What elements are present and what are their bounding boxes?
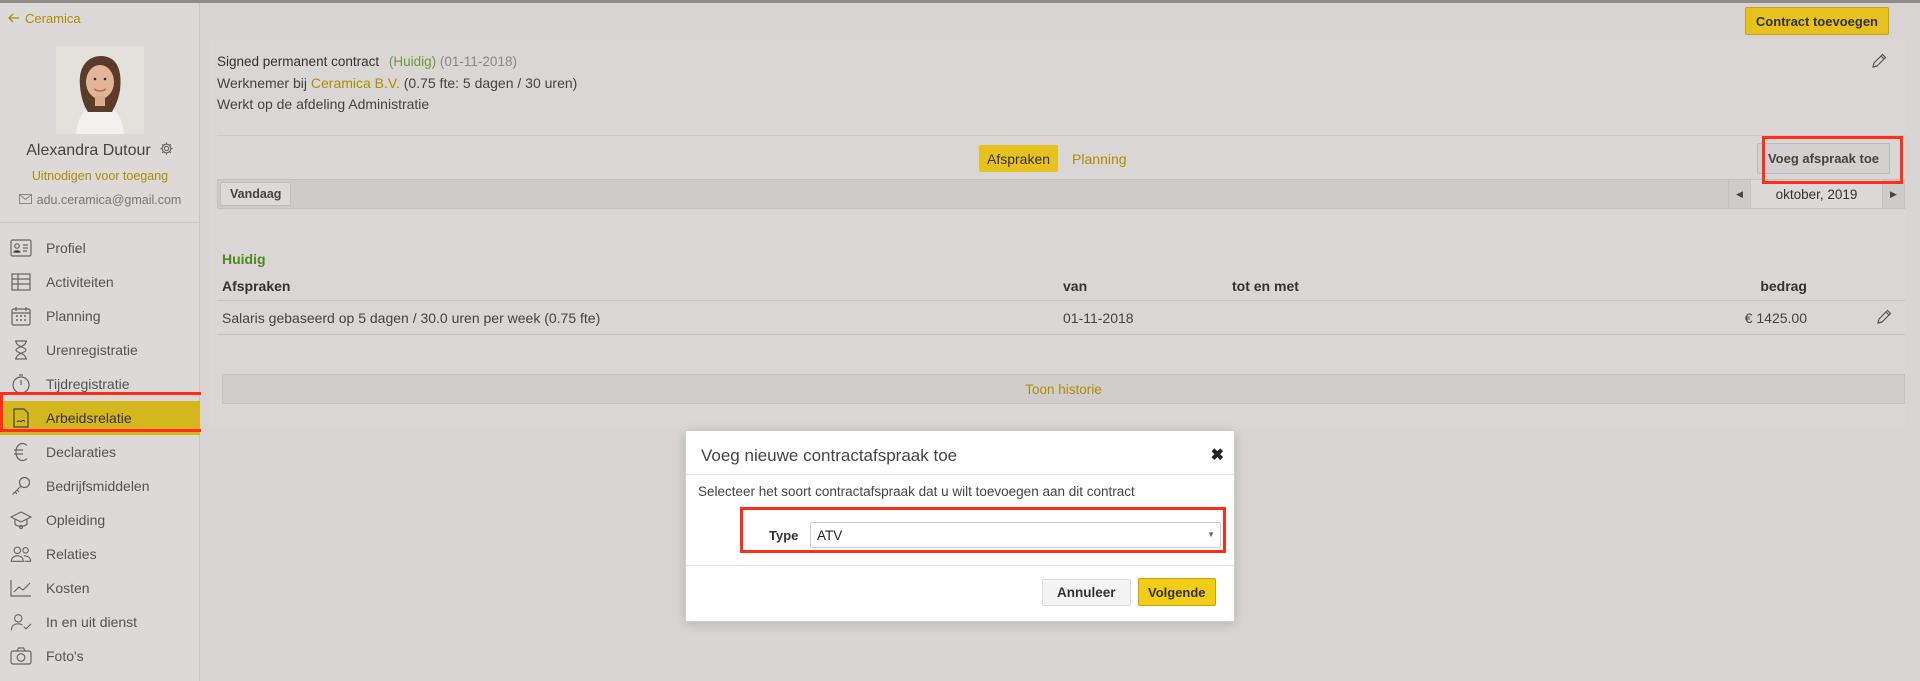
employer-line: Werknemer bij Ceramica B.V. (0.75 fte: 5… <box>217 75 577 91</box>
edit-row-pencil-icon[interactable] <box>1876 309 1892 328</box>
today-button[interactable]: Vandaag <box>220 182 292 206</box>
sidebar-item-planning[interactable]: Planning <box>0 299 200 333</box>
sidebar-item-profiel[interactable]: Profiel <box>0 231 200 265</box>
card-divider <box>217 135 1905 136</box>
row-amount: € 1425.00 <box>1744 309 1807 326</box>
sidebar-item-label: Relaties <box>46 546 97 562</box>
contract-start-date: (01-11-2018) <box>439 54 517 69</box>
highlight-box-arbeidsrelatie <box>0 392 211 432</box>
chart-icon <box>10 577 32 599</box>
sidebar-item-label: Foto's <box>46 648 84 664</box>
employer-prefix: Werknemer bij <box>217 75 307 91</box>
modal-description: Selecteer het soort contractafspraak dat… <box>698 484 1135 499</box>
people-icon <box>10 543 32 565</box>
header-van: van <box>1063 277 1088 294</box>
calendar-icon <box>10 305 32 327</box>
fte-info: (0.75 fte: 5 dagen / 30 uren) <box>403 75 578 91</box>
tab-planning[interactable]: Planning <box>1064 145 1135 172</box>
graduation-icon <box>10 509 32 531</box>
sidebar-divider <box>0 222 200 223</box>
arrow-left-icon <box>8 11 20 26</box>
back-link-label: Ceramica <box>25 11 81 26</box>
sidebar-item-label: In en uit dienst <box>46 614 138 630</box>
key-icon <box>10 475 32 497</box>
user-name-text: Alexandra Dutour <box>26 142 151 159</box>
header-bedrag: bedrag <box>1760 277 1807 294</box>
contract-title-line: Signed permanent contract (Huidig) (01-1… <box>217 54 517 69</box>
show-history-button[interactable]: Toon historie <box>222 374 1905 404</box>
month-navigation: ◀ oktober, 2019 ▶ <box>1728 180 1904 208</box>
table-header: Afspraken van tot en met bedrag <box>217 271 1905 301</box>
agreements-table: Afspraken van tot en met bedrag Salaris … <box>217 271 1905 335</box>
sidebar-item-label: Activiteiten <box>46 274 114 290</box>
avatar <box>56 46 144 134</box>
modal-title: Voeg nieuwe contractafspraak toe <box>701 446 958 465</box>
add-contract-button[interactable]: Contract toevoegen <box>1744 7 1889 35</box>
prev-month-icon[interactable]: ◀ <box>1728 180 1750 208</box>
user-name: Alexandra Dutour <box>0 141 200 161</box>
gear-icon[interactable] <box>159 141 174 161</box>
modal-footer-divider <box>686 565 1234 566</box>
back-link[interactable]: Ceramica <box>8 11 81 26</box>
company-link[interactable]: Ceramica B.V. <box>311 75 400 91</box>
highlight-box-type <box>740 507 1226 553</box>
row-from: 01-11-2018 <box>1063 309 1134 326</box>
sidebar-item-label: Urenregistratie <box>46 342 138 358</box>
modal-divider <box>686 474 1234 475</box>
highlight-box-add-agreement <box>1762 136 1903 184</box>
cancel-button[interactable]: Annuleer <box>1042 579 1131 606</box>
sidebar-item-label: Declaraties <box>46 444 117 460</box>
sidebar: Ceramica Alexandra Dutour Uitnodigen voo… <box>0 3 200 681</box>
sidebar-item-in-en-uit-dienst[interactable]: In en uit dienst <box>0 605 200 639</box>
sidebar-item-urenregistratie[interactable]: Urenregistratie <box>0 333 200 367</box>
camera-icon <box>10 645 32 667</box>
department-line: Werkt op de afdeling Administratie <box>217 96 430 112</box>
tab-afspraken[interactable]: Afspraken <box>979 145 1059 172</box>
sidebar-item-label: Kosten <box>46 580 90 596</box>
header-tot-en-met: tot en met <box>1232 277 1299 294</box>
user-check-icon <box>10 611 32 633</box>
id-card-icon <box>10 237 32 259</box>
month-label: oktober, 2019 <box>1750 180 1882 208</box>
contract-status: (Huidig) <box>388 54 437 69</box>
contract-title: Signed permanent contract <box>217 54 380 69</box>
next-button[interactable]: Volgende <box>1138 578 1216 606</box>
section-current-label: Huidig <box>222 251 266 267</box>
main-panel: Contract toevoegen Signed permanent cont… <box>201 3 1920 433</box>
email: adu.ceramica@gmail.com <box>0 193 200 207</box>
row-description: Salaris gebaseerd op 5 dagen / 30.0 uren… <box>222 309 601 326</box>
sidebar-item-activiteiten[interactable]: Activiteiten <box>0 265 200 299</box>
sidebar-item-label: Tijdregistratie <box>46 376 130 392</box>
sidebar-item-label: Profiel <box>46 240 86 256</box>
calendar-toolbar: Vandaag ◀ oktober, 2019 ▶ <box>217 179 1905 209</box>
mail-icon <box>18 193 32 207</box>
sidebar-item-opleiding[interactable]: Opleiding <box>0 503 200 537</box>
sidebar-item-label: Planning <box>46 308 101 324</box>
email-text: adu.ceramica@gmail.com <box>36 193 182 207</box>
sidebar-item-declaraties[interactable]: Declaraties <box>0 435 200 469</box>
header-afspraken: Afspraken <box>222 277 291 294</box>
sidebar-item-relaties[interactable]: Relaties <box>0 537 200 571</box>
sidebar-item-label: Bedrijfsmiddelen <box>46 478 150 494</box>
sidebar-menu: Profiel Activiteiten Planning Urenregist… <box>0 231 200 673</box>
contract-card: Signed permanent contract (Huidig) (01-1… <box>209 39 1905 429</box>
euro-icon <box>10 441 32 463</box>
edit-contract-pencil-icon[interactable] <box>1871 53 1887 72</box>
table-row: Salaris gebaseerd op 5 dagen / 30.0 uren… <box>217 301 1905 335</box>
sidebar-item-kosten[interactable]: Kosten <box>0 571 200 605</box>
contract-tabs: Afspraken Planning <box>979 145 1135 172</box>
sidebar-item-label: Opleiding <box>46 512 106 528</box>
sidebar-item-fotos[interactable]: Foto's <box>0 639 200 673</box>
invite-link[interactable]: Uitnodigen voor toegang <box>0 169 200 183</box>
table-icon <box>10 271 32 293</box>
next-month-icon[interactable]: ▶ <box>1882 180 1904 208</box>
sidebar-item-bedrijfsmiddelen[interactable]: Bedrijfsmiddelen <box>0 469 200 503</box>
close-icon[interactable]: ✖ <box>1211 445 1224 465</box>
hourglass-icon <box>10 339 32 361</box>
